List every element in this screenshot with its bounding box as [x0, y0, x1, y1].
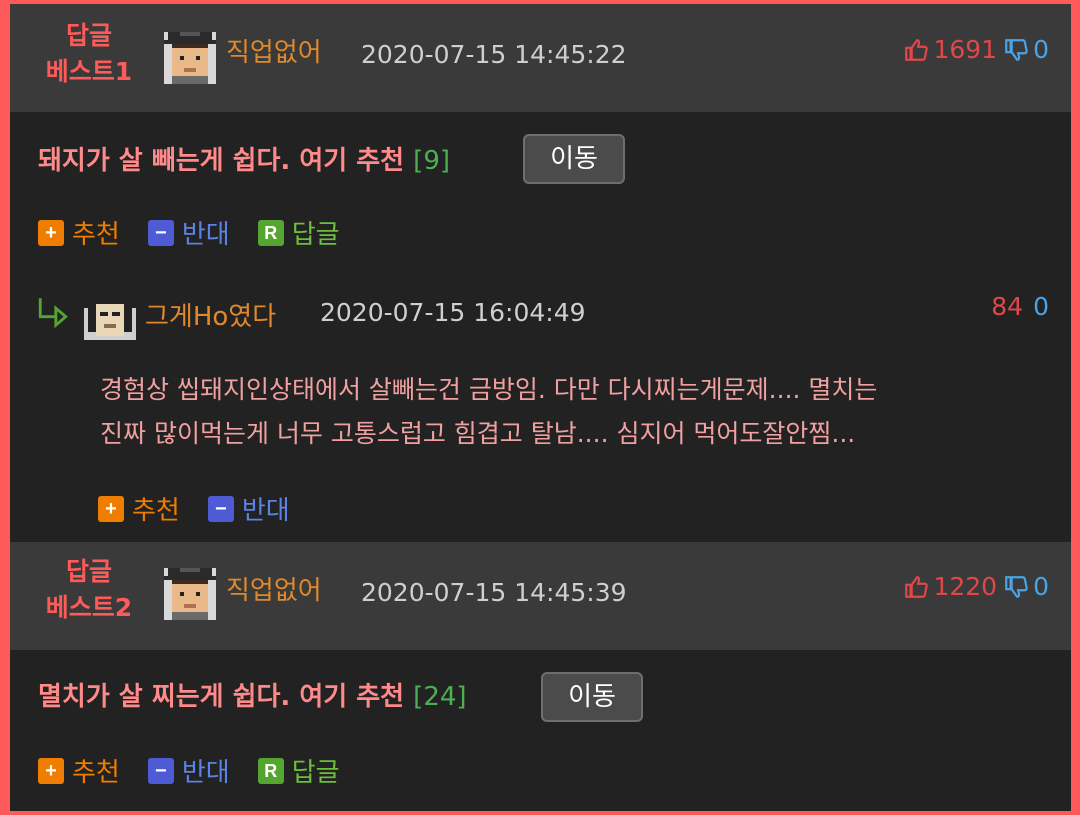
down-count: 0 [1033, 572, 1049, 601]
minus-icon: − [147, 757, 174, 784]
best1-header: 답글 베스트1 직업없어 2020-07-15 14:45:22 1691 0 [10, 4, 1071, 112]
best2-header: 답글 베스트2 직업없어 2020-07-15 14:45:39 1220 0 [10, 542, 1071, 650]
vote-counts: 1220 0 [903, 572, 1049, 602]
minus-icon: − [207, 495, 234, 522]
reply-arrow-icon [38, 298, 68, 328]
recommend-button[interactable]: + 추천 [98, 490, 180, 527]
oppose-label: 반대 [181, 220, 230, 250]
avatar-icon[interactable] [164, 568, 216, 620]
thumbs-up-icon [905, 39, 929, 61]
avatar-icon[interactable] [84, 288, 136, 340]
minus-icon: − [147, 219, 174, 246]
comment-title: 돼지가 살 빼는게 쉽다. 여기 추천 [9] [38, 144, 450, 178]
recommend-button[interactable]: + 추천 [38, 752, 120, 789]
up-count: 1691 [933, 35, 998, 64]
reply-text-line: 진짜 많이먹는게 너무 고통스럽고 힘겹고 탈남.... 심지어 먹어도잘안찜.… [100, 419, 856, 448]
best2-rank-badge: 답글 베스트2 [30, 554, 148, 626]
oppose-button[interactable]: − 반대 [147, 214, 230, 251]
up-count: 1220 [933, 572, 998, 601]
reply-down-count: 0 [1033, 292, 1049, 321]
comment-actions: + 추천 − 반대 R 답글 [38, 752, 368, 789]
best1-rank-badge: 답글 베스트1 [30, 18, 148, 90]
comment-title: 멸치가 살 찌는게 쉽다. 여기 추천 [24] [38, 680, 467, 714]
plus-icon: + [98, 495, 124, 522]
reply-button[interactable]: R 답글 [257, 752, 340, 789]
author-nickname[interactable]: 직업없어 [226, 38, 322, 68]
comment-timestamp: 2020-07-15 14:45:39 [361, 578, 627, 607]
thumbs-down-icon [1005, 39, 1028, 61]
reply-label: 답글 [291, 758, 340, 788]
reply-up-count: 84 [991, 292, 1024, 321]
oppose-button[interactable]: − 반대 [207, 490, 290, 527]
recommend-label: 추천 [132, 496, 180, 526]
move-button[interactable]: 이동 [523, 134, 625, 184]
thumbs-down-icon [1005, 576, 1028, 598]
author-nickname[interactable]: 직업없어 [226, 576, 322, 606]
rank-number: 베스트2 [45, 593, 133, 622]
comment-actions: + 추천 − 반대 R 답글 [38, 214, 368, 251]
reply-vote-counts: 84 0 [987, 292, 1049, 322]
comment-frame: 답글 베스트1 직업없어 2020-07-15 14:45:22 1691 0 … [10, 4, 1071, 811]
reply-timestamp: 2020-07-15 16:04:49 [320, 298, 586, 327]
reply-count: [9] [413, 146, 451, 176]
vote-counts: 1691 0 [903, 35, 1049, 65]
recommend-label: 추천 [72, 758, 120, 788]
down-count: 0 [1033, 35, 1049, 64]
reply-button[interactable]: R 답글 [257, 214, 340, 251]
rank-label: 답글 [65, 557, 112, 586]
reply-author-nickname[interactable]: 그게Ho였다 [145, 296, 276, 333]
thumbs-up-icon [905, 576, 929, 598]
comment-text: 돼지가 살 빼는게 쉽다. 여기 추천 [38, 146, 405, 176]
oppose-button[interactable]: − 반대 [147, 752, 230, 789]
plus-icon: + [38, 757, 64, 784]
move-button[interactable]: 이동 [541, 672, 643, 722]
rank-number: 베스트1 [45, 57, 133, 86]
reply-icon: R [257, 219, 284, 246]
reply-text-line: 경험상 씹돼지인상태에서 살빼는건 금방임. 다만 다시찌는게문제.... 멸치… [100, 375, 878, 404]
oppose-label: 반대 [181, 758, 230, 788]
reply-icon: R [257, 757, 284, 784]
comment-text: 멸치가 살 찌는게 쉽다. 여기 추천 [38, 682, 405, 712]
recommend-label: 추천 [72, 220, 120, 250]
rank-label: 답글 [65, 21, 112, 50]
reply-label: 답글 [291, 220, 340, 250]
oppose-label: 반대 [241, 496, 290, 526]
reply-actions: + 추천 − 반대 [98, 490, 318, 527]
plus-icon: + [38, 219, 64, 246]
avatar-icon[interactable] [164, 32, 216, 84]
recommend-button[interactable]: + 추천 [38, 214, 120, 251]
reply-text: 경험상 씹돼지인상태에서 살빼는건 금방임. 다만 다시찌는게문제.... 멸치… [100, 368, 1040, 456]
comment-timestamp: 2020-07-15 14:45:22 [361, 40, 627, 69]
reply-count: [24] [413, 682, 467, 712]
